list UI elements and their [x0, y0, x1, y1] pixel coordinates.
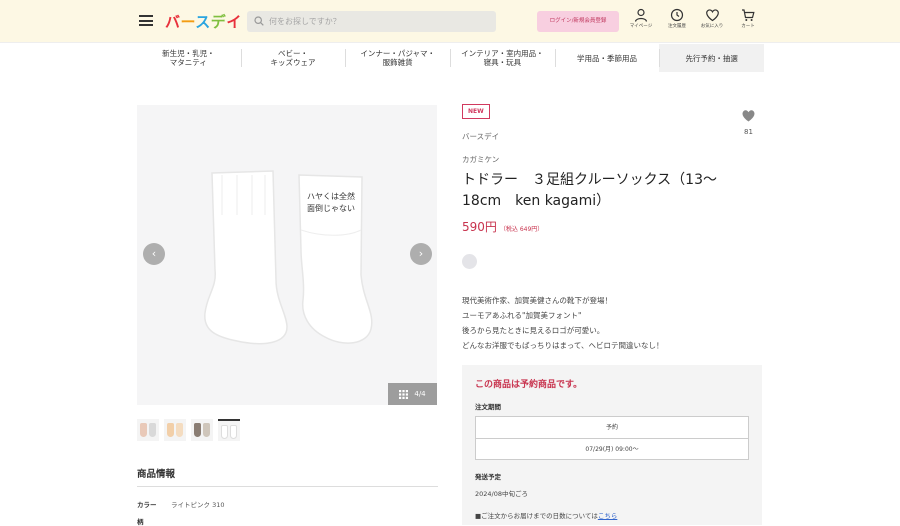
mypage-button[interactable]: マイページ [626, 8, 656, 29]
history-button[interactable]: 注文履歴 [662, 8, 692, 29]
thumbnail[interactable] [164, 419, 186, 441]
ship-label: 発送予定 [475, 473, 501, 481]
favorites-button[interactable]: お気に入り [697, 8, 727, 29]
category-school-seasonal[interactable]: 学用品・季節用品 [554, 44, 660, 72]
spec-next-label: 柄 [137, 518, 144, 526]
image-counter[interactable]: 4/4 [388, 383, 437, 405]
heart-icon [705, 9, 719, 22]
spec-color-value: ライトピンク 310 [171, 501, 225, 509]
preorder-title: この商品は予約商品です。 [475, 380, 583, 390]
product-main-image: ハヤくは全然 面倒じゃない ‹ › 4/4 [137, 105, 437, 405]
login-button[interactable]: ログイン/新規会員登録 [537, 11, 619, 32]
favorite-count: 81 [744, 128, 753, 136]
thumbnail-selected[interactable] [218, 419, 240, 441]
order-period-value: 07/29(月) 09:00〜 [476, 438, 748, 459]
heart-icon [742, 110, 755, 122]
category-baby-kids-wear[interactable]: ベビー・ キッズウェア [240, 44, 346, 72]
sock-print-line2: 面倒じゃない [307, 203, 355, 213]
category-interior[interactable]: インテリア・室内用品・ 寝具・玩具 [450, 44, 555, 72]
color-swatch[interactable] [462, 254, 477, 269]
sock-print-line1: ハヤくは全然 [307, 191, 355, 201]
thumbnail-strip [137, 419, 240, 441]
brand-link[interactable]: バースデイ [462, 131, 499, 142]
site-logo[interactable]: バースデイ [165, 11, 242, 32]
favorite-button[interactable]: 81 [740, 107, 757, 136]
prev-image-button[interactable]: ‹ [143, 243, 165, 265]
search-icon [254, 16, 264, 26]
ship-date: 2024/08中旬ごろ [475, 490, 529, 498]
preorder-panel: この商品は予約商品です。 注文期間 予約 07/29(月) 09:00〜 発送予… [462, 365, 762, 525]
price: 590円 （税込 649円） [462, 218, 543, 235]
cart-button[interactable]: カート [733, 8, 763, 29]
spec-heading: 商品情報 [137, 469, 176, 480]
search-input[interactable] [269, 13, 489, 30]
site-header: バースデイ ログイン/新規会員登録 マイページ 注文履歴 お気に入り カート [0, 0, 900, 43]
next-image-button[interactable]: › [410, 243, 432, 265]
category-inner-pajama[interactable]: インナー・パジャマ・ 服飾雑貨 [345, 44, 451, 72]
clock-icon [670, 8, 684, 22]
price-tax: （税込 649円） [499, 226, 544, 233]
order-period-table: 予約 07/29(月) 09:00〜 [475, 416, 749, 460]
divider [137, 486, 438, 487]
user-icon [634, 8, 648, 22]
thumbnail[interactable] [191, 419, 213, 441]
new-badge: NEW [462, 104, 490, 119]
spec-color-label: カラー [137, 501, 157, 509]
order-period-label: 注文期間 [475, 403, 501, 411]
menu-icon[interactable] [139, 15, 153, 26]
search-box [247, 11, 496, 32]
product-description: 現代美術作家、加賀美健さんの靴下が登場！ ユーモアあふれる"加賀美フォント" 後… [462, 296, 664, 350]
product-title: トドラー ３足組クルーソックス（13〜18cm ken kagami） [462, 172, 717, 209]
order-period-type: 予約 [605, 424, 618, 431]
delivery-note: ■ご注文からお届けまでの日数についてはこちら [475, 512, 618, 520]
grid-icon [399, 389, 409, 399]
thumbnail[interactable] [137, 419, 159, 441]
delivery-info-link[interactable]: こちら [598, 512, 618, 520]
maker-name: カガミケン [462, 155, 500, 164]
price-value: 590円 [462, 220, 497, 234]
socks-photo: ハヤくは全然 面倒じゃない [204, 170, 373, 345]
cart-icon [742, 9, 755, 21]
category-newborn[interactable]: 新生児・乳児・ マタニティ [136, 44, 241, 72]
category-nav: 新生児・乳児・ マタニティ ベビー・ キッズウェア インナー・パジャマ・ 服飾雑貨 イ… [136, 44, 765, 72]
category-preorder-lottery[interactable]: 先行予約・抽選 [659, 44, 765, 72]
